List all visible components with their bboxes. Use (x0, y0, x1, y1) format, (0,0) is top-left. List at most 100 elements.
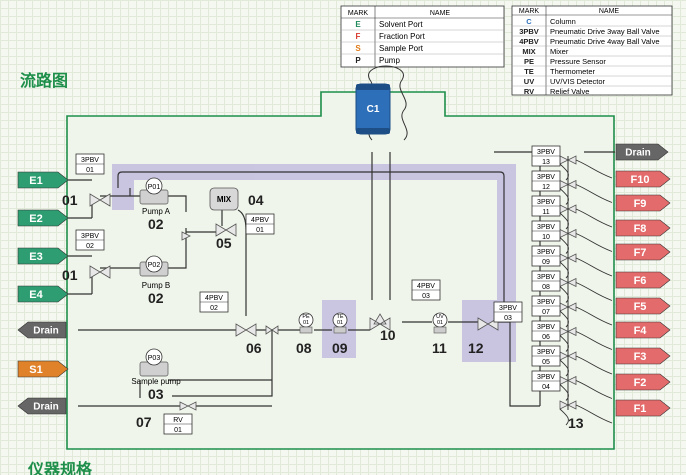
valve-tag-id: 11 (542, 209, 549, 216)
port-label: F5 (634, 301, 647, 313)
valve-tag-id: 05 (542, 359, 550, 366)
legend-mark: E (355, 20, 361, 29)
port-label: Drain (625, 148, 651, 159)
num-02a: 02 (148, 216, 164, 232)
num-11: 11 (432, 340, 447, 356)
sample-pump-label: Sample pump (131, 377, 181, 386)
port-label: F3 (634, 351, 647, 363)
port-e4: E4 (17, 285, 69, 303)
valve-tag-type: 3PBV (537, 199, 555, 206)
port-f2: F2 (615, 373, 671, 391)
valve-tag-v13-0: 3PBV 13 (531, 145, 561, 167)
port-f10: F10 (615, 170, 671, 188)
legend-mark: PE (524, 57, 534, 66)
valve-tag-v13-9: 3PBV 04 (531, 370, 561, 392)
valve-tag-type: 3PBV (537, 299, 555, 306)
legend-ports-name-header: NAME (430, 10, 451, 17)
legend-mark: S (355, 44, 361, 53)
num-01b: 01 (62, 267, 78, 283)
port-label: E4 (29, 289, 43, 301)
port-label: F2 (634, 377, 647, 389)
num-08: 08 (296, 340, 312, 356)
port-f6: F6 (615, 271, 671, 289)
legend-mark: RV (524, 87, 534, 96)
port-label: F7 (634, 247, 647, 259)
valve-tag-id: 09 (542, 259, 550, 266)
legend-name: Thermometer (550, 67, 596, 76)
legend-name: Fraction Port (379, 32, 426, 41)
valve-tag-v13-3: 3PBV 10 (531, 220, 561, 242)
valve-tag-type: 3PBV (81, 233, 99, 240)
pump-b-label: Pump B (142, 281, 170, 290)
legend-components-name-header: NAME (599, 8, 620, 15)
port-f1: F1 (615, 399, 671, 417)
valve-tag-v13-7: 3PBV 06 (531, 320, 561, 342)
port-f8: F8 (615, 219, 671, 237)
port-label: E2 (29, 213, 42, 225)
port-f7: F7 (615, 243, 671, 261)
port-label: F6 (634, 275, 647, 287)
valve-tag-type: 4PBV (417, 283, 435, 290)
legend-mark: P (355, 56, 361, 65)
port-label: E3 (29, 251, 42, 263)
valve-tag-type: 3PBV (537, 274, 555, 281)
uv-number: 01 (437, 320, 443, 326)
port-label: Drain (33, 402, 59, 413)
valve-tag-id: 01 (256, 227, 264, 234)
thermometer: TE 01 (332, 312, 348, 334)
heading-specs: 仪器规格 (27, 460, 93, 475)
valve-tag-type: RV (173, 417, 183, 424)
valve-tag-v13-1: 3PBV 12 (531, 170, 561, 192)
valve-tag-v06: 4PBV 02 (199, 291, 229, 313)
valve-tag-id: 02 (86, 243, 94, 250)
legend-mark: 3PBV (519, 27, 539, 36)
valve-tag-type: 3PBV (537, 224, 555, 231)
flow-diagram: 流路图 仪器规格 MARK NAME E Solvent Port F Fractio… (17, 5, 673, 475)
valve-tag-v12: 3PBV 03 (493, 301, 523, 323)
port-e2: E2 (17, 209, 69, 227)
valve-tag-v13-2: 3PBV 11 (531, 195, 561, 217)
port-label: Drain (33, 326, 59, 337)
legend-name: Relief Valve (550, 87, 589, 96)
port-e1: E1 (17, 171, 69, 189)
valve-tag-type: 3PBV (499, 305, 517, 312)
num-13: 13 (568, 415, 584, 431)
port-label: E1 (29, 175, 42, 187)
valve-tag-v01b: 3PBV 02 (75, 229, 105, 251)
port-f4: F4 (615, 321, 671, 339)
valve-tag-type: 3PBV (81, 157, 99, 164)
valve-tag-v13-8: 3PBV 05 (531, 345, 561, 367)
num-07: 07 (136, 414, 152, 430)
valve-tag-rv: RV 01 (163, 413, 193, 435)
valve-tag-type: 3PBV (537, 324, 555, 331)
legend-name: Column (550, 17, 576, 26)
valve-tag-id: 04 (542, 384, 550, 391)
port-f5: F5 (615, 297, 671, 315)
num-10: 10 (380, 327, 396, 343)
pressure-sensor: PE 01 (298, 312, 314, 334)
valve-tag-id: 01 (86, 167, 94, 174)
valve-tag-v01a: 3PBV 01 (75, 153, 105, 175)
legend-name: Solvent Port (379, 20, 423, 29)
valve-tag-id: 02 (210, 305, 218, 312)
column-label: C1 (367, 104, 380, 115)
port-label: F8 (634, 223, 647, 235)
valve-tag-type: 3PBV (537, 374, 555, 381)
valve-tag-v05: 4PBV 01 (245, 213, 275, 235)
legend-name: Sample Port (379, 44, 424, 53)
port-f9: F9 (615, 194, 671, 212)
num-06: 06 (246, 340, 262, 356)
legend-components-mark-header: MARK (519, 8, 540, 15)
valve-tag-id: 03 (422, 293, 430, 300)
uv-detector: UV 01 (432, 312, 448, 334)
legend-mark: C (526, 17, 532, 26)
num-12: 12 (468, 340, 484, 356)
valve-tag-id: 06 (542, 334, 550, 341)
port-e3: E3 (17, 247, 69, 265)
legend-ports-mark-header: MARK (348, 10, 369, 17)
port-drain2: Drain (17, 397, 67, 415)
port-label: S1 (29, 364, 42, 376)
column: C1 (355, 83, 391, 135)
num-09: 09 (332, 340, 348, 356)
legend-name: Pneumatic Drive 3way Ball Valve (550, 27, 660, 36)
